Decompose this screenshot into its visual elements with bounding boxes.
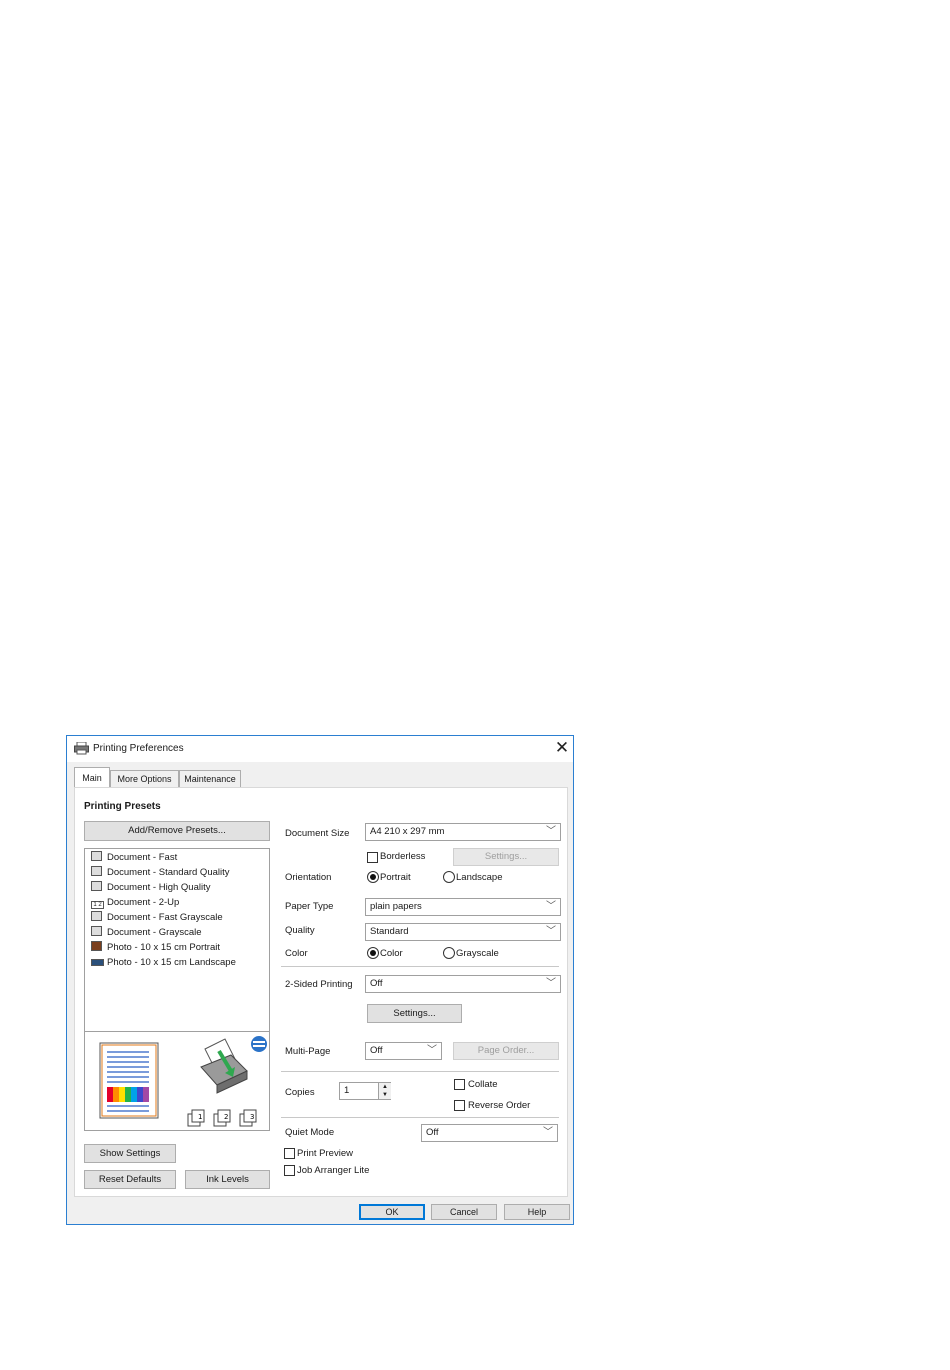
list-item[interactable]: 1 2 Document - 2-Up (91, 896, 179, 910)
spin-buttons[interactable]: ▲ ▼ (378, 1083, 391, 1099)
reverse-order-label: Reverse Order (468, 1100, 531, 1111)
add-remove-presets-button[interactable]: Add/Remove Presets... (84, 821, 270, 841)
portrait-label: Portrait (380, 872, 411, 883)
chevron-down-icon: ﹀ (543, 1127, 553, 1138)
two-sided-printing-label: 2-Sided Printing (285, 979, 353, 990)
page-stack-icon: 2 (213, 1109, 231, 1127)
list-item[interactable]: Photo - 10 x 15 cm Portrait (91, 941, 220, 955)
job-arranger-lite-label: Job Arranger Lite (297, 1165, 370, 1176)
globe-icon (251, 1036, 267, 1052)
document-size-select[interactable]: A4 210 x 297 mm ﹀ (365, 823, 561, 841)
list-item[interactable]: Document - Standard Quality (91, 866, 230, 880)
tab-more-options[interactable]: More Options (110, 770, 179, 787)
page-order-button[interactable]: Page Order... (453, 1042, 559, 1060)
divider (281, 1071, 559, 1072)
copies-stepper[interactable]: 1 ▲ ▼ (339, 1082, 391, 1100)
divider (281, 966, 559, 967)
print-preview-label: Print Preview (297, 1148, 353, 1159)
paper-type-select[interactable]: plain papers ﹀ (365, 898, 561, 916)
svg-text:3: 3 (250, 1113, 254, 1121)
cancel-button[interactable]: Cancel (431, 1204, 497, 1220)
document-size-label: Document Size (285, 828, 350, 839)
list-item[interactable]: Document - Fast Grayscale (91, 911, 223, 925)
print-preview-checkbox[interactable] (284, 1148, 295, 1159)
two-up-icon: 1 2 (91, 901, 104, 909)
ink-levels-button[interactable]: Ink Levels (185, 1170, 270, 1189)
page-stack-icon: 3 (239, 1109, 257, 1127)
quality-label: Quality (285, 925, 315, 936)
copies-value: 1 (344, 1085, 350, 1096)
title-bar: Printing Preferences ✕ (67, 736, 573, 762)
quiet-mode-label: Quiet Mode (285, 1127, 335, 1138)
quality-select[interactable]: Standard ﹀ (365, 923, 561, 941)
borderless-label: Borderless (380, 851, 426, 862)
job-arranger-lite-checkbox[interactable] (284, 1165, 295, 1176)
divider (281, 1117, 559, 1118)
ok-button[interactable]: OK (359, 1204, 425, 1220)
paper-type-label: Paper Type (285, 901, 334, 912)
page-stack-icon: 1 (187, 1109, 205, 1127)
photo-portrait-icon (91, 941, 102, 951)
show-settings-button[interactable]: Show Settings (84, 1144, 176, 1163)
reverse-order-checkbox[interactable] (454, 1100, 465, 1111)
landscape-label: Landscape (456, 872, 503, 883)
window-title: Printing Preferences (93, 743, 184, 754)
two-sided-settings-button[interactable]: Settings... (367, 1004, 462, 1023)
page-preview-icon (99, 1042, 159, 1119)
printing-presets-heading: Printing Presets (84, 801, 161, 812)
list-item[interactable]: Document - Grayscale (91, 926, 202, 940)
color-radio[interactable] (367, 947, 379, 959)
tab-main[interactable]: Main (74, 767, 110, 788)
collate-checkbox[interactable] (454, 1079, 465, 1090)
reset-defaults-button[interactable]: Reset Defaults (84, 1170, 176, 1189)
quiet-mode-select[interactable]: Off ﹀ (421, 1124, 558, 1142)
chevron-down-icon: ﹀ (546, 901, 556, 912)
list-item[interactable]: Document - High Quality (91, 881, 210, 895)
borderless-settings-button[interactable]: Settings... (453, 848, 559, 866)
document-icon (91, 926, 102, 936)
multi-page-label: Multi-Page (285, 1046, 331, 1057)
grayscale-radio[interactable] (443, 947, 455, 959)
document-icon (91, 866, 102, 876)
color-label: Color (285, 948, 308, 959)
chevron-down-icon: ﹀ (546, 978, 556, 989)
borderless-checkbox[interactable] (367, 852, 378, 863)
color-option-label: Color (380, 948, 403, 959)
collate-label: Collate (468, 1079, 498, 1090)
printer-illustration-icon (200, 1038, 248, 1094)
svg-text:1: 1 (198, 1113, 202, 1121)
preview-divider (85, 1031, 269, 1032)
list-item[interactable]: Photo - 10 x 15 cm Landscape (91, 956, 236, 970)
presets-list[interactable]: Document - Fast Document - Standard Qual… (84, 848, 270, 1131)
portrait-radio[interactable] (367, 871, 379, 883)
tab-maintenance[interactable]: Maintenance (179, 770, 241, 787)
orientation-label: Orientation (285, 872, 332, 883)
document-icon (91, 881, 102, 891)
close-button[interactable]: ✕ (551, 738, 573, 758)
two-sided-printing-select[interactable]: Off ﹀ (365, 975, 561, 993)
printer-icon (74, 742, 89, 755)
chevron-down-icon: ﹀ (546, 826, 556, 837)
svg-text:2: 2 (224, 1113, 228, 1121)
help-button[interactable]: Help (504, 1204, 570, 1220)
document-icon (91, 851, 102, 861)
copies-label: Copies (285, 1087, 315, 1098)
chevron-down-icon: ﹀ (427, 1045, 437, 1056)
document-icon (91, 911, 102, 921)
multi-page-select[interactable]: Off ﹀ (365, 1042, 442, 1060)
grayscale-label: Grayscale (456, 948, 499, 959)
printing-preferences-window: Printing Preferences ✕ Main More Options… (66, 735, 574, 1225)
chevron-down-icon: ﹀ (546, 926, 556, 937)
list-item[interactable]: Document - Fast (91, 851, 177, 865)
photo-landscape-icon (91, 959, 104, 966)
landscape-radio[interactable] (443, 871, 455, 883)
